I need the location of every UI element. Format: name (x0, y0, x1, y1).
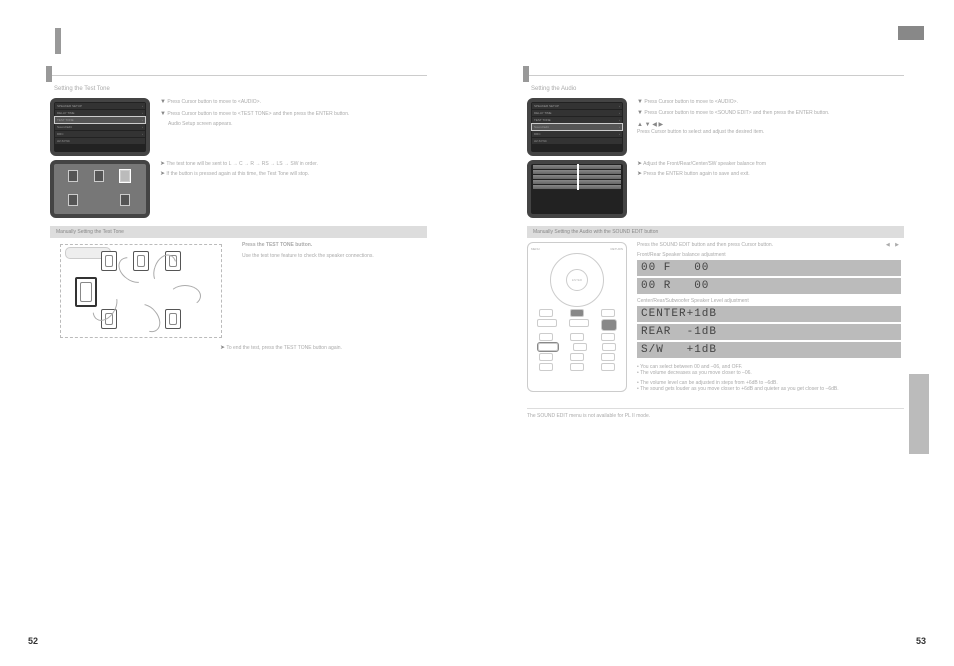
down-arrow-icon: ▼ (637, 98, 643, 106)
speaker-layout-diagram (60, 244, 222, 338)
levels-intro: ◀ ▶ Press the SOUND EDIT button and then… (637, 242, 901, 248)
lcd-display: 00 R 00 (637, 278, 901, 294)
tip-body: Use the test tone feature to check the s… (242, 253, 374, 260)
menu-row: DRC› (532, 131, 622, 137)
remote-button (539, 309, 553, 317)
lcd-display: CENTER+1dB (637, 306, 901, 322)
subsection-bar: Manually Setting the Test Tone (50, 226, 427, 238)
remote-button (601, 353, 615, 361)
dpad-arrows-icon: ▲ ▼ ◀ ▶ (637, 121, 663, 129)
menu-row: TEST TONE› (532, 117, 622, 123)
play-arrow-icon: ➤ (160, 160, 165, 168)
menu-row: DELAY TIME› (532, 110, 622, 116)
step-result-2: ➤ If the button is pressed again at this… (160, 170, 318, 178)
play-arrow-icon: ➤ (160, 170, 165, 178)
section-divider (527, 75, 904, 78)
arrow-arc (169, 285, 201, 307)
arrow-arc (128, 299, 165, 338)
diagram-footnote: ➤ To end the test, press the TEST TONE b… (220, 344, 427, 351)
remote-button (601, 319, 617, 331)
section-title: Setting the Audio (531, 86, 904, 92)
section-divider (50, 75, 427, 78)
remote-return-label: RETURN (611, 247, 624, 251)
down-arrow-icon: ▼ (160, 98, 166, 106)
remote-button (573, 343, 587, 351)
lcd-display: S/W +1dB (637, 342, 901, 358)
remote-dpad (550, 253, 604, 307)
step-2: ▼ Press Cursor button to move to <TEST T… (160, 110, 349, 118)
footnote-text: The SOUND EDIT menu is not available for… (527, 413, 904, 419)
level-block-title-2: Center/Rear/Subwoofer Speaker Level adju… (637, 298, 901, 304)
step-1: ▼ Press Cursor button to move to <AUDIO>… (160, 98, 349, 106)
page-number-right: 53 (916, 636, 926, 646)
slider-row (533, 185, 621, 189)
menu-row: DRC› (55, 131, 145, 137)
subsection-bar: Manually Setting the Audio with the SOUN… (527, 226, 904, 238)
down-arrow-icon: ▼ (160, 110, 166, 118)
step-result-2: ➤ Press the ENTER button again to save a… (637, 170, 766, 178)
menu-row: SPEAKER SETUP› (532, 103, 622, 109)
remote-button (570, 309, 584, 317)
remote-button (537, 319, 557, 327)
edge-tab (898, 26, 924, 40)
osd-screenshot-soundedit (527, 160, 627, 218)
left-right-arrows-icon: ◀ ▶ (886, 242, 901, 248)
remote-button (570, 353, 584, 361)
side-tab (909, 374, 929, 454)
osd-screenshot-audio-menu: SPEAKER SETUP› DELAY TIME› TEST TONE› So… (50, 98, 150, 156)
remote-button (570, 363, 584, 371)
step-2-sub: Audio Setup screen appears. (168, 121, 349, 128)
lcd-display: 00 F 00 (637, 260, 901, 276)
tip-title: Press the TEST TONE button. (242, 242, 374, 249)
page-number-left: 52 (28, 636, 38, 646)
menu-row: AV-SYNC (532, 138, 622, 144)
osd-screenshot-audio-menu: SPEAKER SETUP› DELAY TIME› TEST TONE› So… (527, 98, 627, 156)
chapter-marker (55, 28, 61, 54)
remote-button (570, 333, 584, 341)
front-left-speaker-icon (101, 251, 117, 271)
remote-button (539, 353, 553, 361)
menu-row: SPEAKER SETUP› (55, 103, 145, 109)
menu-row-selected: Sound Edit› (532, 124, 622, 130)
menu-row: AV-SYNC (55, 138, 145, 144)
footnote-divider (527, 408, 904, 409)
bullet-text: • The sound gets louder as you move clos… (637, 386, 901, 392)
remote-button (539, 363, 553, 371)
level-block-title-1: Front/Rear Speaker balance adjustment (637, 252, 901, 258)
osd-screenshot-testtone (50, 160, 150, 218)
down-arrow-icon: ▼ (637, 109, 643, 117)
bullet-text: • The volume decreases as you move close… (637, 370, 901, 376)
play-arrow-icon: ➤ (637, 170, 642, 178)
remote-button (602, 343, 616, 351)
step-3: ▲ ▼ ◀ ▶Press Cursor button to select and… (637, 121, 829, 136)
remote-button (569, 319, 589, 327)
remote-button (601, 333, 615, 341)
remote-button (601, 363, 615, 371)
play-arrow-icon: ➤ (220, 344, 225, 351)
remote-button (539, 333, 553, 341)
step-1: ▼ Press Cursor button to move to <AUDIO>… (637, 98, 829, 106)
menu-row: DELAY TIME› (55, 110, 145, 116)
remote-soundedit-button (538, 343, 558, 351)
step-result-1: ➤ Adjust the Front/Rear/Center/SW speake… (637, 160, 766, 168)
lcd-display: REAR -1dB (637, 324, 901, 340)
remote-control-diagram: MENU RETURN (527, 242, 627, 392)
rear-right-speaker-icon (165, 309, 181, 329)
menu-row: Sound Edit› (55, 124, 145, 130)
step-result-1: ➤ The test tone will be sent to L → C → … (160, 160, 318, 168)
remote-menu-label: MENU (531, 247, 540, 251)
step-2: ▼ Press Cursor button to move to <SOUND … (637, 109, 829, 117)
remote-button (601, 309, 615, 317)
play-arrow-icon: ➤ (637, 160, 642, 168)
section-title: Setting the Test Tone (54, 86, 427, 92)
menu-row-selected: TEST TONE› (55, 117, 145, 123)
